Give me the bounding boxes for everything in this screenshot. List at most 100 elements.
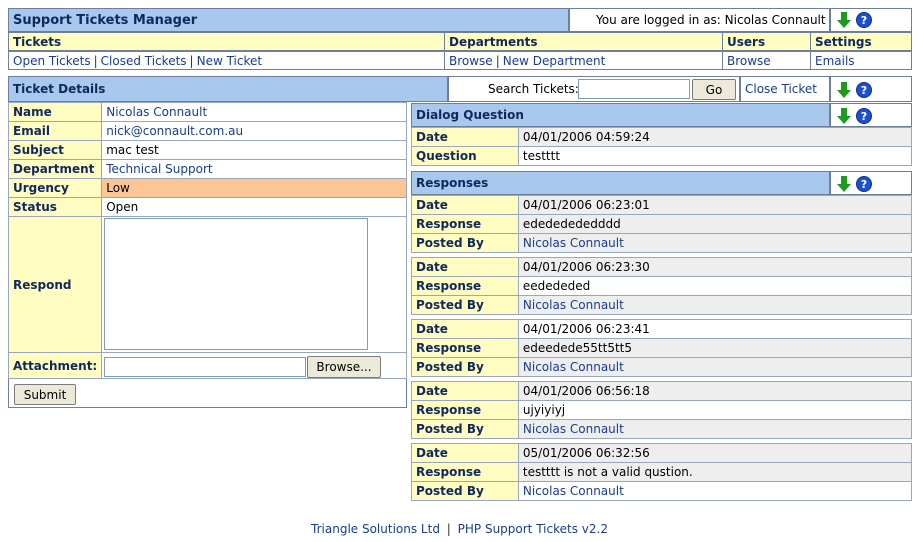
email-value[interactable]: nick@connault.com.au	[101, 121, 407, 141]
close-ticket-link[interactable]: Close Ticket	[741, 77, 817, 101]
response-text-label: Response	[411, 338, 519, 358]
table-row: Subject mac test	[7, 140, 407, 160]
response-posted-by-label: Posted By	[411, 357, 519, 377]
dialog-question-label: Question	[411, 146, 519, 166]
nav-new-ticket-link[interactable]: New Ticket	[197, 54, 263, 68]
subject-label: Subject	[7, 140, 103, 160]
response-text-label: Response	[411, 214, 519, 234]
dialog-question-value: testttt	[517, 146, 913, 166]
response-table: Date 04/01/2006 06:23:30 Response eedede…	[411, 257, 913, 315]
app-title: Support Tickets Manager	[13, 12, 198, 28]
table-row: Posted By Nicolas Connault	[411, 233, 913, 253]
arrow-down-icon[interactable]	[837, 108, 851, 124]
response-text-value: eedededed	[517, 276, 913, 296]
nav-browse-departments-link[interactable]: Browse	[449, 54, 493, 68]
footer-company-link[interactable]: Triangle Solutions Ltd	[311, 522, 440, 536]
nav-departments-title: Departments	[449, 35, 538, 49]
response-table: Date 04/01/2006 06:23:01 Response ededed…	[411, 195, 913, 253]
response-date-label: Date	[411, 381, 519, 401]
footer: Triangle Solutions Ltd | PHP Support Tic…	[0, 522, 919, 536]
table-row: Question testttt	[411, 146, 913, 166]
table-row: Posted By Nicolas Connault	[411, 481, 913, 501]
nav-closed-tickets-link[interactable]: Closed Tickets	[101, 54, 187, 68]
table-row: Posted By Nicolas Connault	[411, 357, 913, 377]
nav-separator: |	[189, 54, 194, 68]
respond-textarea[interactable]	[104, 218, 368, 350]
arrow-down-icon[interactable]	[837, 12, 851, 28]
name-label: Name	[7, 102, 103, 122]
response-posted-by-value[interactable]: Nicolas Connault	[517, 295, 913, 315]
response-date-label: Date	[411, 443, 519, 463]
nav-new-department-link[interactable]: New Department	[503, 54, 606, 68]
dialog-question-table: Date 04/01/2006 04:59:24 Question testtt…	[411, 127, 913, 166]
attachment-path-input[interactable]	[104, 357, 306, 377]
dialog-date-value: 04/01/2006 04:59:24	[517, 127, 913, 147]
table-row: Posted By Nicolas Connault	[411, 295, 913, 315]
footer-separator: |	[446, 522, 451, 536]
nav-settings-title: Settings	[815, 35, 872, 49]
name-value[interactable]: Nicolas Connault	[101, 102, 407, 122]
response-date-value: 04/01/2006 06:23:41	[517, 319, 913, 339]
response-posted-by-value[interactable]: Nicolas Connault	[517, 419, 913, 439]
response-posted-by-label: Posted By	[411, 419, 519, 439]
urgency-value: Low	[101, 178, 407, 198]
arrow-down-icon[interactable]	[837, 176, 851, 192]
help-icon[interactable]: ?	[856, 12, 872, 28]
response-date-value: 05/01/2006 06:32:56	[517, 443, 913, 463]
response-date-label: Date	[411, 257, 519, 277]
table-row: Date 04/01/2006 06:23:41	[411, 319, 913, 339]
response-table: Date 05/01/2006 06:32:56 Response testtt…	[411, 443, 913, 501]
department-label: Department	[7, 159, 103, 179]
response-posted-by-label: Posted By	[411, 481, 519, 501]
table-row: Date 04/01/2006 06:56:18	[411, 381, 913, 401]
email-label: Email	[7, 121, 103, 141]
nav-browse-users-link[interactable]: Browse	[727, 54, 771, 68]
submit-button[interactable]: Submit	[14, 384, 76, 405]
table-row: Urgency Low	[7, 178, 407, 198]
response-text-value: testttt is not a valid qustion.	[517, 462, 913, 482]
response-text-label: Response	[411, 400, 519, 420]
dialog-question-title: Dialog Question	[416, 108, 524, 122]
table-row: Name Nicolas Connault	[7, 102, 407, 122]
response-date-label: Date	[411, 195, 519, 215]
response-posted-by-label: Posted By	[411, 233, 519, 253]
response-posted-by-value[interactable]: Nicolas Connault	[517, 233, 913, 253]
response-text-value: edededededddd	[517, 214, 913, 234]
status-label: Status	[7, 197, 103, 217]
response-posted-by-value[interactable]: Nicolas Connault	[517, 357, 913, 377]
nav-tickets-title: Tickets	[13, 35, 62, 49]
search-input[interactable]	[578, 79, 690, 99]
department-value[interactable]: Technical Support	[101, 159, 407, 179]
table-row: Date 05/01/2006 06:32:56	[411, 443, 913, 463]
footer-product-link[interactable]: PHP Support Tickets v2.2	[458, 522, 608, 536]
respond-label: Respond	[7, 216, 103, 353]
nav-users-title: Users	[727, 35, 766, 49]
response-text-value: edeedede55tt5tt5	[517, 338, 913, 358]
table-row: Posted By Nicolas Connault	[411, 419, 913, 439]
nav-open-tickets-link[interactable]: Open Tickets	[13, 54, 91, 68]
ticket-details-title: Ticket Details	[13, 82, 106, 96]
table-row: Date 04/01/2006 06:23:01	[411, 195, 913, 215]
nav-separator: |	[495, 54, 500, 68]
response-table: Date 04/01/2006 06:56:18 Response ujyiyi…	[411, 381, 913, 439]
response-posted-by-value[interactable]: Nicolas Connault	[517, 481, 913, 501]
help-icon[interactable]: ?	[856, 82, 872, 98]
logged-in-text: You are logged in as: Nicolas Connault	[596, 13, 826, 27]
arrow-down-icon[interactable]	[837, 82, 851, 98]
table-row: Response edededededddd	[411, 214, 913, 234]
help-icon[interactable]: ?	[856, 176, 872, 192]
dialog-date-label: Date	[411, 127, 519, 147]
table-row: Response edeedede55tt5tt5	[411, 338, 913, 358]
help-icon[interactable]: ?	[856, 108, 872, 124]
subject-value: mac test	[101, 140, 407, 160]
nav-emails-link[interactable]: Emails	[815, 54, 855, 68]
status-value: Open	[101, 197, 407, 217]
attachment-browse-button[interactable]: Browse...	[307, 356, 381, 378]
go-button[interactable]: Go	[692, 79, 736, 100]
table-row: Response eedededed	[411, 276, 913, 296]
response-date-value: 04/01/2006 06:56:18	[517, 381, 913, 401]
response-date-value: 04/01/2006 06:23:30	[517, 257, 913, 277]
table-row: Response ujyiyiyj	[411, 400, 913, 420]
response-table: Date 04/01/2006 06:23:41 Response edeede…	[411, 319, 913, 377]
table-row: Department Technical Support	[7, 159, 407, 179]
